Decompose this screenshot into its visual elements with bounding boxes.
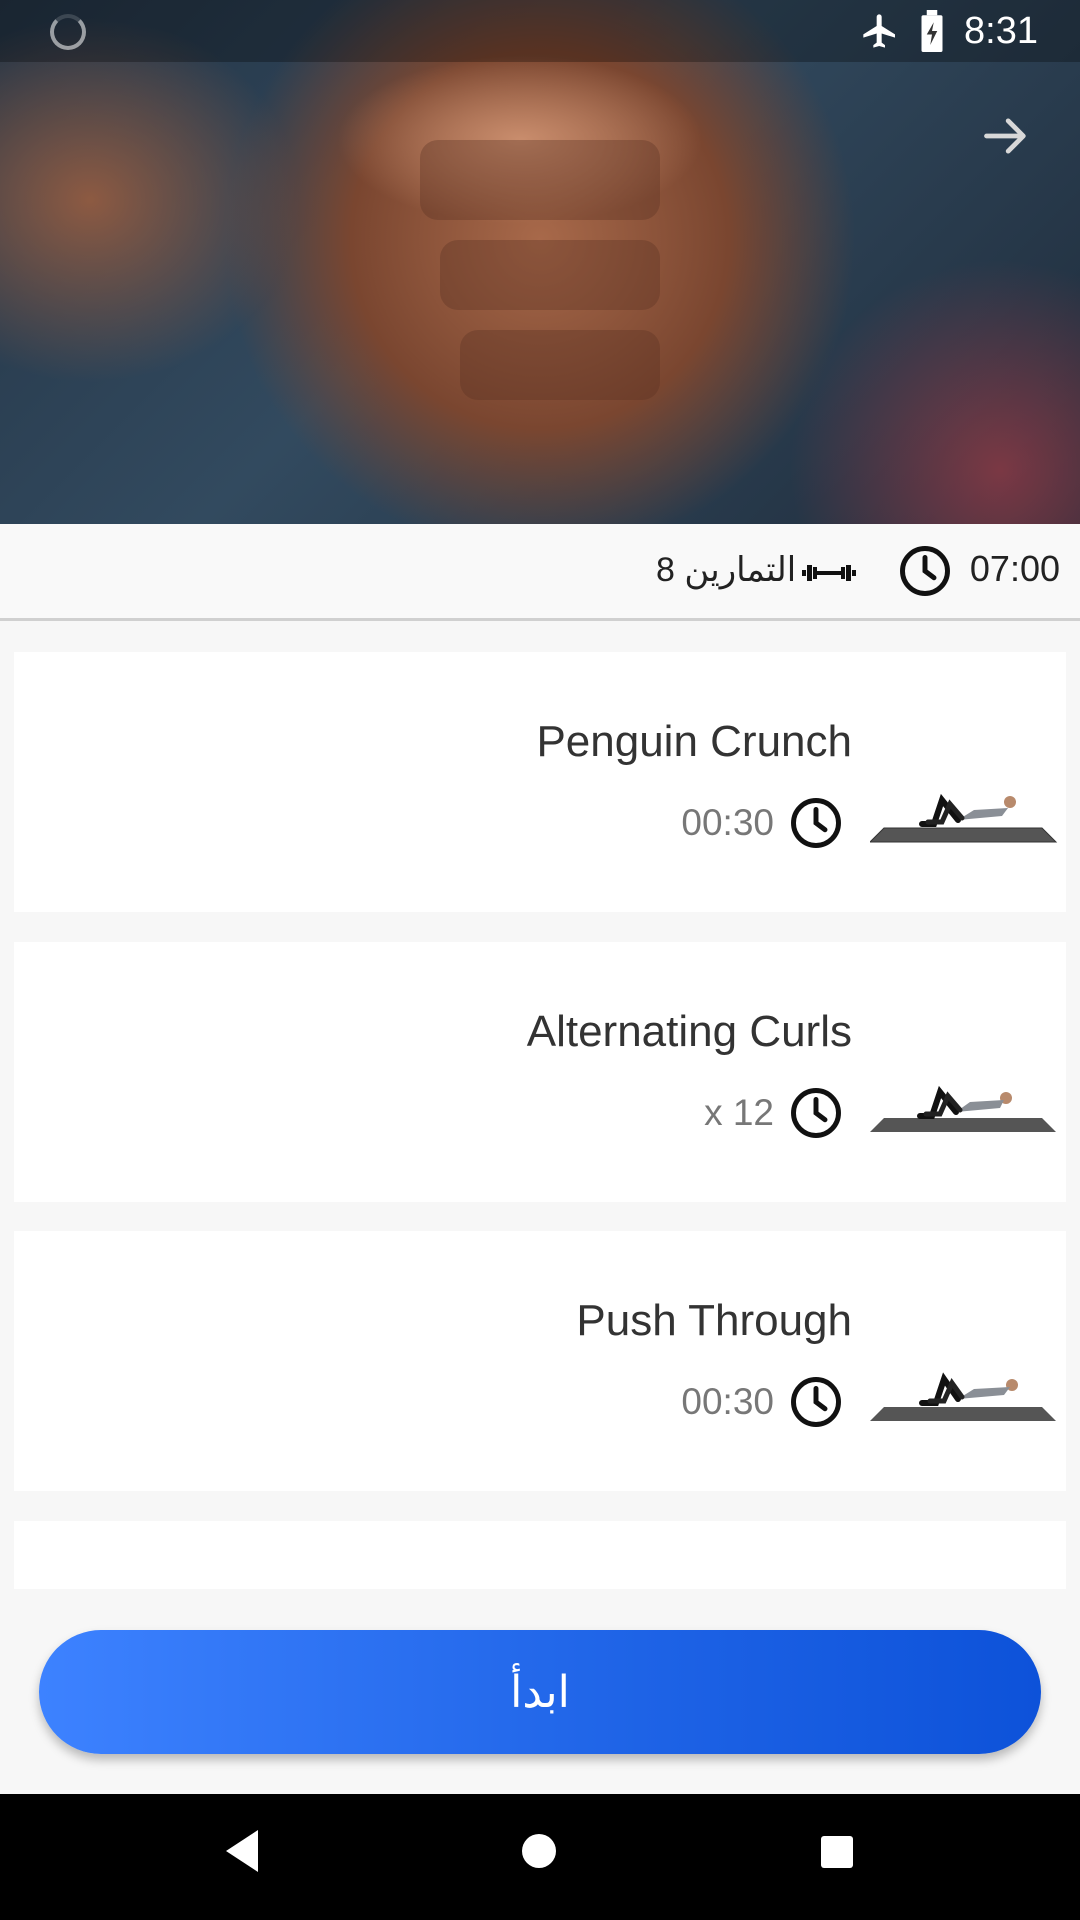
airplane-icon (863, 14, 896, 48)
exercise-thumbnail (870, 1372, 1056, 1421)
battery-charging-icon (921, 10, 943, 52)
exercise-card[interactable]: Push Through 00:30 (14, 1231, 1066, 1491)
exercise-value: 00:30 (681, 1381, 774, 1422)
hero-abs-shading (440, 240, 660, 310)
hero-abs-shading (420, 140, 660, 220)
status-bar: 8:31 (0, 0, 1080, 62)
exercise-card-partial[interactable] (14, 1521, 1066, 1589)
exercise-name: Push Through (576, 1296, 852, 1345)
exercise-value: 00:30 (681, 802, 774, 843)
home-icon[interactable] (522, 1834, 556, 1868)
clock-icon (791, 1377, 841, 1427)
back-icon[interactable] (226, 1830, 260, 1872)
hero-abs-shading (460, 330, 660, 400)
arrow-forward-icon[interactable] (980, 110, 1032, 162)
workout-duration: 07:00 (969, 548, 1060, 589)
exercise-name: Alternating Curls (526, 1007, 852, 1056)
clock-icon (791, 798, 841, 848)
exercise-count: 8 التمارين (656, 551, 797, 589)
start-button[interactable]: ابدأ (39, 1630, 1041, 1754)
navigation-bar (0, 1794, 1080, 1920)
exercise-name: Penguin Crunch (536, 717, 852, 766)
exercise-thumbnail (870, 1085, 1056, 1132)
hero-image: 8:31 (0, 0, 1080, 524)
exercise-value: x 12 (704, 1092, 774, 1133)
loading-icon (50, 14, 86, 50)
exercise-card[interactable]: Alternating Curls x 12 (14, 942, 1066, 1202)
exercise-card[interactable]: Penguin Crunch 00:30 (14, 652, 1066, 912)
recents-icon[interactable] (821, 1836, 853, 1868)
status-time: 8:31 (964, 9, 1038, 52)
exercise-thumbnail (870, 793, 1058, 843)
start-button-label: ابدأ (510, 1667, 570, 1717)
workout-info-row: 8 التمارين 07:00 (0, 524, 1080, 621)
dumbbell-icon (802, 565, 856, 581)
duration-clock-icon (900, 546, 950, 596)
clock-icon (791, 1088, 841, 1138)
